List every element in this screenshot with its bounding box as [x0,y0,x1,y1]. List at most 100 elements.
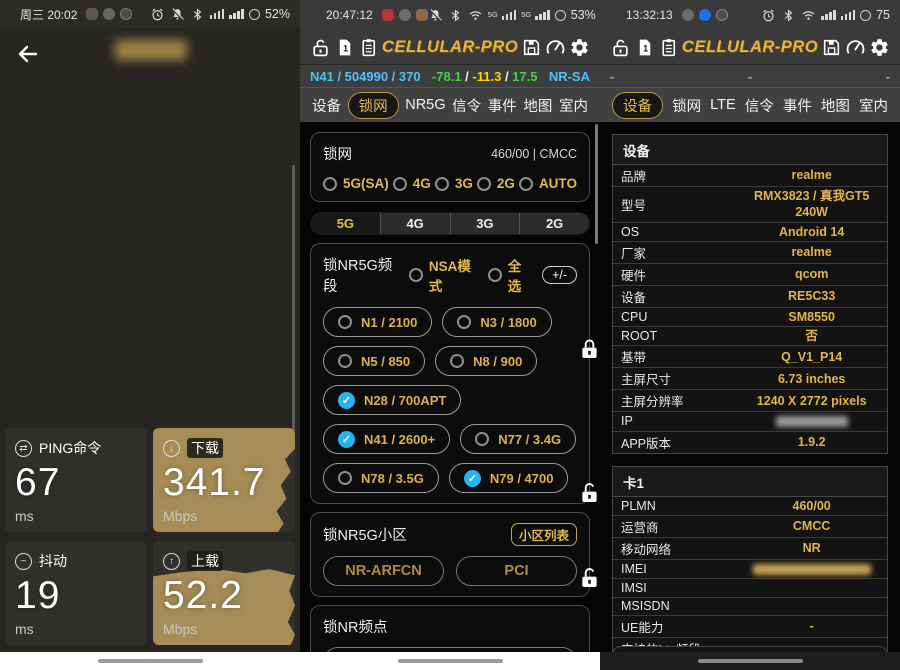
tab-信令[interactable]: 信令 [745,95,774,116]
home-indicator[interactable] [698,659,803,664]
band-pill-N41[interactable]: ✓N41 / 2600+ [323,424,450,454]
scrollbar[interactable] [595,124,598,244]
tab-室内[interactable]: 室内 [559,95,588,116]
metric-unit: ms [15,621,147,637]
speedtest-gauge-icon[interactable] [545,37,566,58]
tab-信令[interactable]: 信令 [452,95,481,116]
log-clipboard-icon[interactable] [358,37,379,58]
cell-list-button[interactable]: 小区列表 [511,523,577,546]
metric-header: ↓下载 [153,428,295,458]
tab-锁网[interactable]: 锁网 [348,92,399,119]
card-title: 锁NR频点 [323,616,387,637]
band-label: N3 / 1800 [480,315,536,330]
nsa-mode-radio[interactable]: NSA模式 [409,255,474,295]
tab-室内[interactable]: 室内 [859,95,888,116]
tab-地图[interactable]: 地图 [821,95,850,116]
back-button[interactable] [16,42,40,66]
battery-percent: 53% [571,8,596,22]
cell-lock-icon [580,482,599,505]
row-label: 移动网络 [613,538,736,559]
select-all-radio[interactable]: 全选 [488,255,528,295]
tab-LTE[interactable]: LTE [710,97,736,113]
signal-readings: -78.1 / -11.3 / 17.5 [432,69,538,84]
sim-slot-icon[interactable] [334,37,355,58]
table-row: APP版本1.9.2 [613,432,887,453]
signal-info-bar: - - - [600,64,900,88]
log-clipboard-icon[interactable] [658,37,679,58]
sim-slot-icon[interactable] [634,37,655,58]
app-title: CELLULAR-PRO [382,38,518,57]
row-label: ROOT [613,328,736,344]
lock-toggle-icon[interactable] [310,37,331,58]
band-list: N1 / 2100 N3 / 1800 N5 / 850 N8 / 900 ✓N28 /… [323,307,577,493]
plus-minus-button[interactable]: +/- [542,266,577,284]
row-label: 基带 [613,346,736,367]
metric-unit: ms [15,508,147,524]
network-option-2G[interactable]: 2G [477,176,515,191]
radio-icon [393,177,407,191]
radio-label: 3G [455,176,473,191]
metric-unit: Mbps [163,508,295,524]
metric-label: 抖动 [39,551,67,571]
tab-设备[interactable]: 设备 [312,95,341,116]
segment-4G[interactable]: 4G [380,213,450,234]
band-label: N28 / 700APT [364,393,446,408]
network-option-4G[interactable]: 4G [393,176,431,191]
table-row: OSAndroid 14 [613,223,887,242]
band-pill-N5[interactable]: N5 / 850 [323,346,425,376]
home-indicator[interactable] [98,659,203,664]
tab-地图[interactable]: 地图 [523,95,552,116]
band-pill-N79[interactable]: ✓N79 / 4700 [449,463,569,493]
notification-app-icon [399,9,411,21]
band-pill-N28[interactable]: ✓N28 / 700APT [323,385,461,415]
home-indicator[interactable] [398,659,503,664]
segment-5G[interactable]: 5G [311,213,380,234]
row-value [736,560,887,578]
save-icon[interactable] [521,37,542,58]
row-label: 厂家 [613,242,736,263]
device-info-table: 设备品牌realme型号RMX3823 / 真我GT5 240WOSAndroi… [612,134,888,454]
tab-锁网[interactable]: 锁网 [672,95,701,116]
table-row: CPUSM8550 [613,308,887,327]
settings-gear-icon[interactable] [869,37,890,58]
card-title: 锁NR5G小区 [323,524,407,545]
alarm-icon [761,8,776,23]
row-value: Android 14 [736,223,887,241]
band-pill-N3[interactable]: N3 / 1800 [442,307,551,337]
tab-事件[interactable]: 事件 [488,95,517,116]
cellularpro-locknet-screen: 20:47:12 5G 5G 53% CELLULAR-PRO [300,0,600,670]
tab-bar: 设备锁网 NR5G 信令事件地图室内 [300,88,600,122]
network-option-AUTO[interactable]: AUTO [519,176,577,191]
row-label: 设备 [613,286,736,307]
freq-lock-icon [580,567,599,590]
row-label: 运营商 [613,516,736,537]
segment-2G[interactable]: 2G [519,213,589,234]
settings-gear-icon[interactable] [569,37,590,58]
pci-input[interactable]: PCI [456,556,577,586]
band-pill-N78[interactable]: N78 / 3.5G [323,463,439,493]
table-row: 运营商CMCC [613,516,887,538]
network-option-5G(SA)[interactable]: 5G(SA) [323,176,389,191]
save-icon[interactable] [821,37,842,58]
band-pill-N77[interactable]: N77 / 3.4G [460,424,576,454]
speedtest-gauge-icon[interactable] [845,37,866,58]
segment-3G[interactable]: 3G [450,213,520,234]
app-title: CELLULAR-PRO [682,38,818,57]
notification-app-icon [103,8,115,20]
metric-header: ⇄PING命令 [5,428,147,458]
clock-label: 13:32:13 [626,8,673,22]
band-pill-N1[interactable]: N1 / 2100 [323,307,432,337]
network-option-3G[interactable]: 3G [435,176,473,191]
lock-toggle-icon[interactable] [610,37,631,58]
battery-ring-icon [860,10,871,21]
bell-muted-icon [428,8,443,23]
band-pill-N8[interactable]: N8 / 900 [435,346,537,376]
tab-NR5G[interactable]: NR5G [405,97,445,113]
status-bar: 周三 20:02 52% [0,0,300,28]
tab-设备[interactable]: 设备 [612,92,663,119]
radio-label: 4G [413,176,431,191]
tab-事件[interactable]: 事件 [783,95,812,116]
table-row: IMSI [613,579,887,598]
row-label: 品牌 [613,165,736,186]
nr-arfcn-input[interactable]: NR-ARFCN [323,556,444,586]
